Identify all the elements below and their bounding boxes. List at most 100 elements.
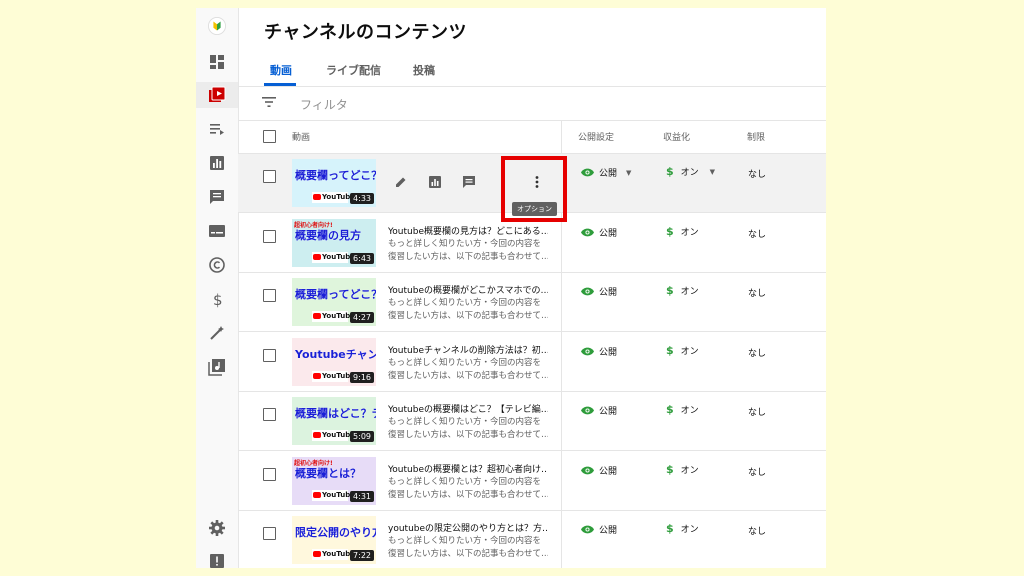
table-row[interactable]: 超初心者向け! 概要欄の見方 YouTube 6:43 Youtube概要欄の見方は？ど…: [238, 214, 826, 273]
visibility-value: 公開: [599, 169, 618, 179]
chevron-down-icon[interactable]: ▼: [626, 169, 631, 177]
subtitles-icon[interactable]: [207, 221, 227, 241]
edit-icon[interactable]: [393, 174, 409, 190]
dollar-icon: $: [666, 284, 674, 297]
eye-icon: [581, 168, 594, 177]
monetization-cell[interactable]: $ オン: [666, 522, 699, 535]
content-icon[interactable]: [207, 85, 227, 105]
audio-library-icon[interactable]: [207, 357, 227, 377]
video-thumbnail[interactable]: 概要欄はどこ？テレビ編 YouTube5:09: [292, 397, 376, 445]
column-header-visibility[interactable]: 公開設定: [578, 130, 614, 143]
visibility-value: 公開: [599, 526, 618, 536]
dollar-icon: $: [666, 225, 674, 238]
monetization-cell[interactable]: $ オン: [666, 225, 699, 238]
video-description: もっと詳しく知りたい方・今回の内容を: [388, 417, 542, 427]
video-title[interactable]: Youtubeの概要欄とは？超初心者向け…: [388, 462, 548, 475]
analytics-icon[interactable]: [207, 153, 227, 173]
column-header-restrictions[interactable]: 制限: [747, 130, 765, 143]
monetization-value: オン: [680, 168, 699, 178]
visibility-cell[interactable]: 公開: [581, 345, 617, 358]
column-header-video[interactable]: 動画: [292, 130, 310, 143]
table-row[interactable]: 概要欄ってどこ？ YouTube 4:27 Youtubeの概要欄がどこかスマホでの……: [238, 273, 826, 332]
filter-icon[interactable]: [262, 96, 276, 108]
dashboard-icon[interactable]: [207, 52, 227, 72]
comments-icon[interactable]: [207, 187, 227, 207]
monetization-value: オン: [680, 228, 699, 238]
restrictions-value: なし: [748, 527, 767, 537]
visibility-cell[interactable]: 公開: [581, 285, 617, 298]
monetization-cell[interactable]: $ オン: [666, 403, 699, 416]
video-thumbnail[interactable]: Youtubeチャンネルの削除方法 YouTube9:16: [292, 338, 376, 386]
visibility-cell[interactable]: 公開: [581, 464, 617, 477]
playlists-icon[interactable]: [207, 119, 227, 139]
visibility-value: 公開: [599, 467, 618, 477]
video-thumbnail[interactable]: 概要欄ってどこ？ YouTube 4:27: [292, 278, 376, 326]
thumbnail-text: 概要欄とは？: [295, 467, 361, 480]
youtube-badge: YouTube: [312, 371, 355, 382]
row-checkbox[interactable]: [263, 527, 276, 540]
select-all-checkbox[interactable]: [263, 130, 276, 143]
table-row[interactable]: 超初心者向け! 概要欄とは？ YouTube 4:31 Youtubeの概要欄とは？超初…: [238, 452, 826, 511]
video-title[interactable]: Youtubeの概要欄はどこ？【テレビ編…: [388, 402, 548, 415]
page-title: チャンネルのコンテンツ: [264, 22, 467, 43]
monetization-cell[interactable]: $ オン: [666, 284, 699, 297]
row-checkbox[interactable]: [263, 230, 276, 243]
customization-icon[interactable]: [207, 323, 227, 343]
visibility-cell[interactable]: 公開: [581, 404, 617, 417]
video-title[interactable]: Youtubeチャンネルの削除方法は？初…: [388, 343, 548, 356]
video-duration: 7:22: [350, 550, 374, 561]
tab-videos[interactable]: 動画: [270, 62, 292, 78]
restrictions-value: なし: [748, 170, 767, 180]
table-row[interactable]: 限定公開のやり方 YouTube 7:22 youtubeの限定公開のやり方とは？方……: [238, 511, 826, 568]
thumbnail-text: 概要欄ってどこ？: [295, 169, 376, 182]
comments-icon[interactable]: [461, 174, 477, 190]
thumbnail-text: 概要欄はどこ？テレビ編: [295, 407, 376, 420]
tab-posts[interactable]: 投稿: [413, 62, 435, 78]
analytics-icon[interactable]: [427, 174, 443, 190]
visibility-cell[interactable]: 公開 ▼: [581, 166, 631, 179]
row-checkbox[interactable]: [263, 170, 276, 183]
visibility-value: 公開: [599, 229, 618, 239]
video-duration: 5:09: [350, 431, 374, 442]
dollar-icon: $: [666, 165, 674, 178]
column-header-monetization[interactable]: 収益化: [663, 130, 690, 143]
video-title[interactable]: Youtube概要欄の見方は？どこにある…: [388, 224, 548, 237]
row-checkbox[interactable]: [263, 349, 276, 362]
row-checkbox[interactable]: [263, 468, 276, 481]
restrictions-value: なし: [748, 230, 767, 240]
row-checkbox[interactable]: [263, 289, 276, 302]
monetization-cell[interactable]: $ オン: [666, 463, 699, 476]
row-checkbox[interactable]: [263, 408, 276, 421]
video-thumbnail[interactable]: 概要欄ってどこ？ YouTube 4:33: [292, 159, 376, 207]
options-highlight-box: [501, 156, 567, 222]
visibility-cell[interactable]: 公開: [581, 523, 617, 536]
video-title[interactable]: youtubeの限定公開のやり方とは？方…: [388, 521, 548, 534]
monetization-value: オン: [680, 525, 699, 535]
dollar-icon: $: [666, 344, 674, 357]
logo-icon[interactable]: [207, 16, 227, 36]
studio-window: $ チャンネルのコンテンツ 動画 ライブ配信 投稿 フィルタ 動画 公開設定 収…: [196, 8, 826, 568]
eye-icon: [581, 347, 594, 356]
monetization-cell[interactable]: $ オン ▼: [666, 165, 715, 178]
restrictions-value: なし: [748, 408, 767, 418]
video-title[interactable]: Youtubeの概要欄がどこかスマホでの…: [388, 283, 548, 296]
settings-icon[interactable]: [207, 518, 227, 538]
video-thumbnail[interactable]: 限定公開のやり方 YouTube 7:22: [292, 516, 376, 564]
tab-live[interactable]: ライブ配信: [326, 62, 381, 78]
visibility-cell[interactable]: 公開: [581, 226, 617, 239]
video-description: もっと詳しく知りたい方・今回の内容を: [388, 358, 542, 368]
youtube-badge: YouTube: [312, 430, 355, 441]
table-row[interactable]: 概要欄はどこ？テレビ編 YouTube5:09 Youtubeの概要欄はどこ？【テレ…: [238, 392, 826, 451]
feedback-icon[interactable]: [207, 551, 227, 568]
earn-icon[interactable]: $: [207, 289, 227, 309]
filter-input[interactable]: フィルタ: [300, 96, 348, 113]
video-thumbnail[interactable]: 超初心者向け! 概要欄の見方 YouTube 6:43: [292, 219, 376, 267]
monetization-cell[interactable]: $ オン: [666, 344, 699, 357]
copyright-icon[interactable]: [207, 255, 227, 275]
youtube-badge: YouTube: [312, 192, 355, 203]
tabs-divider: [238, 86, 826, 87]
video-description: 復習したい方は、以下の記事も合わせて…: [388, 490, 548, 500]
video-thumbnail[interactable]: 超初心者向け! 概要欄とは？ YouTube 4:31: [292, 457, 376, 505]
chevron-down-icon[interactable]: ▼: [710, 168, 715, 176]
table-row[interactable]: Youtubeチャンネルの削除方法YouTube9:16 Youtubeチャンネル…: [238, 333, 826, 392]
